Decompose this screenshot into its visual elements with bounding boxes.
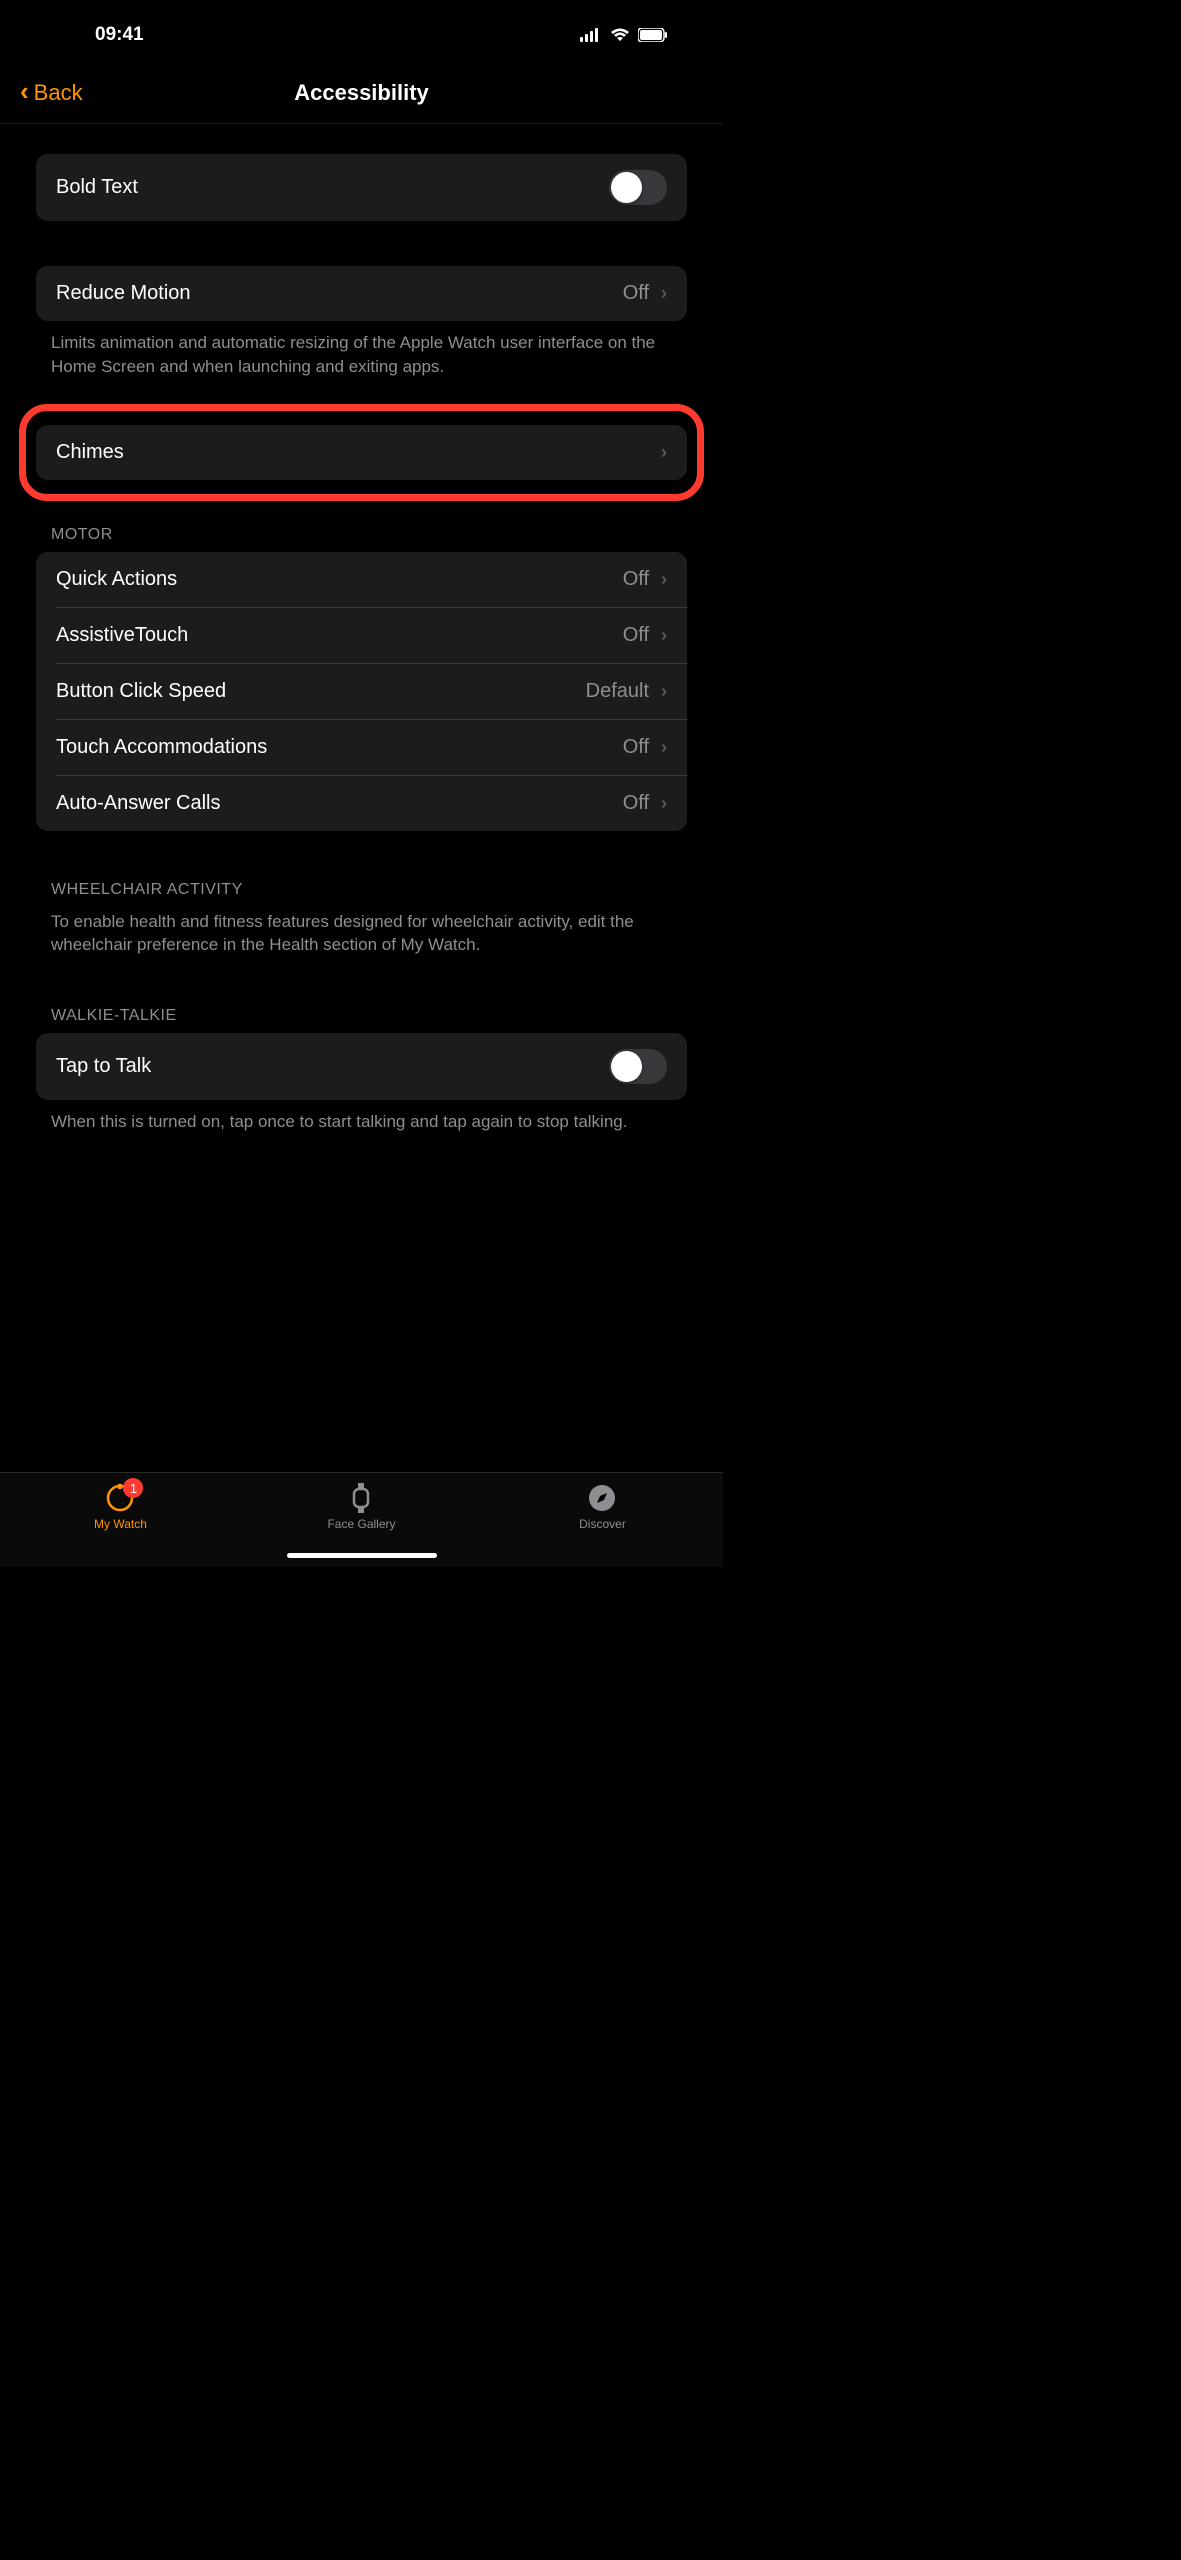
tap-to-talk-row[interactable]: Tap to Talk xyxy=(36,1033,687,1100)
auto-answer-calls-value: Off xyxy=(623,792,649,815)
tab-face-gallery-label: Face Gallery xyxy=(327,1517,395,1531)
reduce-motion-row[interactable]: Reduce Motion Off › xyxy=(36,266,687,321)
assistivetouch-row[interactable]: AssistiveTouch Off › xyxy=(36,608,687,663)
tab-bar: 1 My Watch Face Gallery Discover xyxy=(0,1472,723,1567)
wheelchair-footer: To enable health and fitness features de… xyxy=(36,907,687,958)
auto-answer-calls-row[interactable]: Auto-Answer Calls Off › xyxy=(36,776,687,831)
button-click-speed-value: Default xyxy=(586,680,649,703)
touch-accommodations-label: Touch Accommodations xyxy=(56,736,267,759)
chevron-right-icon: › xyxy=(661,681,667,702)
assistivetouch-value: Off xyxy=(623,624,649,647)
chimes-label: Chimes xyxy=(56,441,124,464)
touch-accommodations-row[interactable]: Touch Accommodations Off › xyxy=(36,720,687,775)
quick-actions-value: Off xyxy=(623,568,649,591)
motor-group: MOTOR Quick Actions Off › AssistiveTouch … xyxy=(36,501,687,831)
chevron-left-icon: ‹ xyxy=(20,76,29,107)
bold-text-label: Bold Text xyxy=(56,176,138,199)
motor-header: MOTOR xyxy=(36,501,687,552)
button-click-speed-row[interactable]: Button Click Speed Default › xyxy=(36,664,687,719)
assistivetouch-label: AssistiveTouch xyxy=(56,624,188,647)
signal-icon xyxy=(580,28,602,42)
quick-actions-row[interactable]: Quick Actions Off › xyxy=(36,552,687,607)
walkie-talkie-header: WALKIE-TALKIE xyxy=(36,982,687,1033)
tap-to-talk-toggle[interactable] xyxy=(609,1049,667,1084)
touch-accommodations-value: Off xyxy=(623,736,649,759)
chevron-right-icon: › xyxy=(661,442,667,463)
wheelchair-group: WHEELCHAIR ACTIVITY To enable health and… xyxy=(36,876,687,958)
button-click-speed-label: Button Click Speed xyxy=(56,680,226,703)
watch-face-icon xyxy=(346,1483,376,1513)
bold-text-toggle[interactable] xyxy=(609,170,667,205)
status-icons xyxy=(580,28,668,43)
quick-actions-label: Quick Actions xyxy=(56,568,177,591)
tab-discover-label: Discover xyxy=(579,1517,626,1531)
reduce-motion-footer: Limits animation and automatic resizing … xyxy=(36,321,687,379)
chevron-right-icon: › xyxy=(661,793,667,814)
chevron-right-icon: › xyxy=(661,625,667,646)
walkie-talkie-group: WALKIE-TALKIE Tap to Talk When this is t… xyxy=(36,982,687,1134)
back-button[interactable]: ‹ Back xyxy=(20,78,83,107)
tab-my-watch[interactable]: 1 My Watch xyxy=(1,1483,240,1567)
status-time: 09:41 xyxy=(95,24,144,46)
auto-answer-calls-label: Auto-Answer Calls xyxy=(56,792,221,815)
back-label: Back xyxy=(34,80,83,106)
chevron-right-icon: › xyxy=(661,737,667,758)
chevron-right-icon: › xyxy=(661,569,667,590)
chimes-highlight: Chimes › xyxy=(19,404,704,501)
wifi-icon xyxy=(610,28,630,43)
bold-text-group: Bold Text xyxy=(36,154,687,221)
tab-discover[interactable]: Discover xyxy=(483,1483,722,1567)
home-indicator[interactable] xyxy=(287,1553,437,1558)
reduce-motion-value: Off xyxy=(623,282,649,305)
badge: 1 xyxy=(123,1478,143,1498)
settings-content: Bold Text Reduce Motion Off › Limits ani… xyxy=(0,124,723,1134)
reduce-motion-label: Reduce Motion xyxy=(56,282,191,305)
battery-icon xyxy=(638,28,668,42)
chevron-right-icon: › xyxy=(661,283,667,304)
chimes-row[interactable]: Chimes › xyxy=(36,425,687,480)
page-title: Accessibility xyxy=(294,80,429,106)
tab-my-watch-label: My Watch xyxy=(94,1517,147,1531)
bold-text-row[interactable]: Bold Text xyxy=(36,154,687,221)
reduce-motion-group: Reduce Motion Off › Limits animation and… xyxy=(36,266,687,379)
nav-bar: ‹ Back Accessibility xyxy=(0,60,723,124)
tap-to-talk-label: Tap to Talk xyxy=(56,1055,151,1078)
status-bar: 09:41 xyxy=(0,0,723,60)
wheelchair-header: WHEELCHAIR ACTIVITY xyxy=(36,876,687,907)
walkie-talkie-footer: When this is turned on, tap once to star… xyxy=(36,1100,687,1134)
compass-icon xyxy=(587,1483,617,1513)
